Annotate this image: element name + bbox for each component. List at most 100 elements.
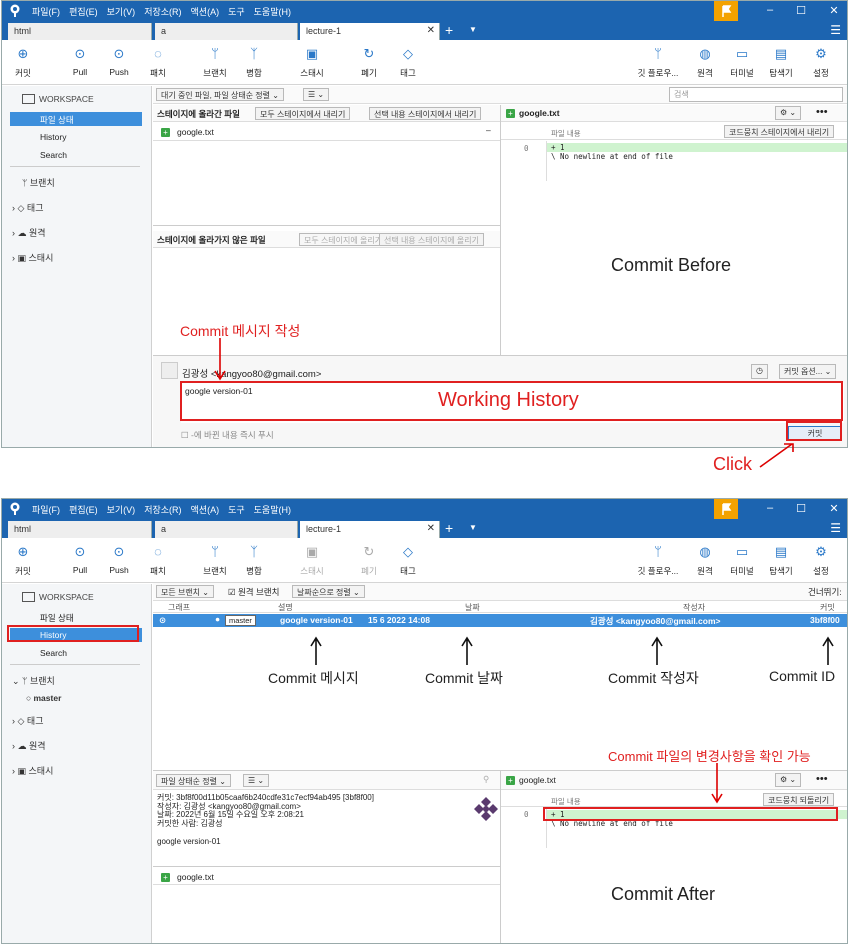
menu-tools[interactable]: 도구 bbox=[228, 5, 245, 18]
col-author[interactable]: 작성자 bbox=[683, 602, 705, 613]
col-date[interactable]: 날짜 bbox=[465, 602, 480, 613]
minimize-button[interactable]: – bbox=[762, 4, 778, 16]
hamburger-menu-icon[interactable]: ☰ bbox=[830, 521, 841, 535]
commit-options-dropdown[interactable]: 커밋 옵션... ⌄ bbox=[779, 364, 837, 379]
menu-action[interactable]: 액션(A) bbox=[191, 5, 220, 18]
stash-tool-button[interactable]: ▣ 스태시 bbox=[289, 542, 335, 577]
tab-close-icon[interactable]: ✕ bbox=[427, 523, 435, 534]
menu-action[interactable]: 액션(A) bbox=[191, 503, 220, 516]
tab-html[interactable]: html bbox=[8, 23, 152, 40]
menu-repo[interactable]: 저장소(R) bbox=[144, 503, 181, 516]
tab-a[interactable]: a bbox=[155, 23, 298, 40]
collapse-icon[interactable]: – bbox=[486, 125, 491, 135]
menu-repo[interactable]: 저장소(R) bbox=[144, 5, 181, 18]
sidebar-branches[interactable]: ⌄ ᛘ 브랜치 bbox=[12, 674, 55, 687]
branch-filter-dropdown[interactable]: 모든 브랜치 ⌄ bbox=[156, 585, 214, 598]
revert-hunk-button[interactable]: 코드뭉치 되돌리기 bbox=[763, 793, 835, 806]
col-commit[interactable]: 커밋 bbox=[820, 602, 835, 613]
more-icon[interactable]: ••• bbox=[816, 106, 828, 118]
sidebar-tags[interactable]: › ◇ 태그 bbox=[12, 714, 43, 727]
sidebar-branch-master[interactable]: ○ master bbox=[26, 693, 61, 703]
arrow-up-icon bbox=[461, 636, 473, 665]
sidebar-stashes[interactable]: › ▣ 스태시 bbox=[12, 764, 53, 777]
menu-edit[interactable]: 편집(E) bbox=[69, 503, 98, 516]
tool-label: 설정 bbox=[813, 68, 829, 78]
gitflow-tool-button[interactable]: ᛘ 깃 플로우... bbox=[635, 542, 681, 577]
hamburger-menu-icon[interactable]: ☰ bbox=[830, 23, 841, 37]
patch-tool-button[interactable]: ◌ 패치 bbox=[135, 44, 181, 79]
date-sort-dropdown[interactable]: 날짜순으로 정렬 ⌄ bbox=[292, 585, 365, 598]
graph-node-icon: ● bbox=[215, 614, 221, 624]
menu-view[interactable]: 보기(V) bbox=[107, 503, 136, 516]
view-options-dropdown[interactable]: ☰ ⌄ bbox=[243, 774, 270, 787]
menu-edit[interactable]: 편집(E) bbox=[69, 5, 98, 18]
tab-lecture-1[interactable]: lecture-1 ✕ bbox=[300, 521, 440, 538]
menu-tools[interactable]: 도구 bbox=[228, 503, 245, 516]
menu-file[interactable]: 파일(F) bbox=[32, 503, 60, 516]
push-now-checkbox[interactable]: ☐ -에 바뀐 내용 즉시 푸시 bbox=[181, 429, 274, 441]
remote-branch-checkbox[interactable]: ☑ 원격 브랜치 bbox=[228, 586, 279, 598]
sidebar-stashes[interactable]: › ▣ 스태시 bbox=[12, 251, 53, 264]
sidebar-item-search[interactable]: Search bbox=[10, 646, 142, 660]
menu-help[interactable]: 도움말(H) bbox=[254, 5, 291, 18]
menu-help[interactable]: 도움말(H) bbox=[254, 503, 291, 516]
tab-lecture-1[interactable]: lecture-1 ✕ bbox=[300, 23, 440, 40]
tag-tool-button[interactable]: ◇ 태그 bbox=[385, 44, 431, 79]
search-icon[interactable]: ⚲ bbox=[483, 774, 489, 785]
maximize-button[interactable]: ☐ bbox=[793, 502, 809, 515]
sidebar-remotes[interactable]: › ☁ 원격 bbox=[12, 226, 46, 239]
unstage-hunk-button[interactable]: 코드뭉치 스테이지에서 내리기 bbox=[724, 125, 835, 138]
sidebar-branches[interactable]: ᛘ 브랜치 bbox=[22, 176, 55, 189]
stage-all-button[interactable]: 모두 스테이지에 올리기 bbox=[299, 233, 388, 246]
sidebar-item-file-status[interactable]: 파일 상태 bbox=[10, 112, 142, 126]
merge-tool-button[interactable]: ᛉ 병합 bbox=[231, 44, 277, 79]
settings-tool-button[interactable]: ⚙ 설정 bbox=[798, 542, 844, 577]
add-tab-icon[interactable]: + bbox=[445, 22, 453, 38]
commit-tool-button[interactable]: ⊕ 커밋 bbox=[2, 44, 46, 79]
sidebar-remotes[interactable]: › ☁ 원격 bbox=[12, 739, 46, 752]
flag-button[interactable] bbox=[714, 1, 738, 21]
view-options-dropdown[interactable]: ☰ ⌄ bbox=[303, 88, 330, 101]
staged-file-row[interactable]: + google.txt – bbox=[153, 123, 500, 141]
minimize-button[interactable]: – bbox=[762, 502, 778, 514]
file-filter-dropdown[interactable]: 대기 중인 파일, 파일 상태순 정렬 ⌄ bbox=[156, 88, 284, 101]
add-tab-icon[interactable]: + bbox=[445, 520, 453, 536]
sidebar-item-search[interactable]: Search bbox=[10, 148, 142, 162]
stash-tool-button[interactable]: ▣ 스태시 bbox=[289, 44, 335, 79]
diff-settings-button[interactable]: ⚙ ⌄ bbox=[775, 106, 802, 120]
diff-settings-button[interactable]: ⚙ ⌄ bbox=[775, 773, 802, 787]
tool-label: Push bbox=[109, 565, 129, 575]
tab-html[interactable]: html bbox=[8, 521, 152, 538]
unstage-selected-button[interactable]: 선택 내용 스테이지에서 내리기 bbox=[369, 107, 482, 120]
menu-file[interactable]: 파일(F) bbox=[32, 5, 60, 18]
close-button[interactable]: ✕ bbox=[826, 4, 842, 17]
more-icon[interactable]: ••• bbox=[816, 773, 828, 785]
unstage-all-button[interactable]: 모두 스테이지에서 내리기 bbox=[255, 107, 351, 120]
search-input[interactable]: 검색 bbox=[669, 87, 843, 102]
close-button[interactable]: ✕ bbox=[826, 502, 842, 515]
sidebar-tags[interactable]: › ◇ 태그 bbox=[12, 201, 43, 214]
settings-tool-button[interactable]: ⚙ 설정 bbox=[798, 44, 844, 79]
diff-header: + google.txt ⚙ ⌄ ••• bbox=[501, 771, 847, 790]
history-clock-button[interactable]: ◷ bbox=[751, 364, 768, 379]
maximize-button[interactable]: ☐ bbox=[793, 4, 809, 17]
tab-a[interactable]: a bbox=[155, 521, 298, 538]
menu-view[interactable]: 보기(V) bbox=[107, 5, 136, 18]
gitflow-tool-button[interactable]: ᛘ 깃 플로우... bbox=[635, 44, 681, 79]
tab-close-icon[interactable]: ✕ bbox=[427, 25, 435, 36]
commit-tool-button[interactable]: ⊕ 커밋 bbox=[2, 542, 46, 577]
sidebar-item-history[interactable]: History bbox=[10, 130, 142, 144]
merge-tool-button[interactable]: ᛉ 병합 bbox=[231, 542, 277, 577]
tab-dropdown-icon[interactable]: ▼ bbox=[469, 523, 477, 532]
commit-row[interactable]: ⊙ ● master google version-01 15 6 2022 1… bbox=[153, 614, 847, 627]
tag-tool-button[interactable]: ◇ 태그 bbox=[385, 542, 431, 577]
file-sort-dropdown[interactable]: 파일 상태순 정렬 ⌄ bbox=[156, 774, 231, 787]
flag-button[interactable] bbox=[714, 499, 738, 519]
changed-file-row[interactable]: + google.txt bbox=[153, 869, 500, 885]
sidebar-item-file-status[interactable]: 파일 상태 bbox=[10, 610, 142, 624]
stage-selected-button[interactable]: 선택 내용 스테이지에 올리기 bbox=[379, 233, 484, 246]
col-graph[interactable]: 그래프 bbox=[168, 602, 190, 613]
tab-dropdown-icon[interactable]: ▼ bbox=[469, 25, 477, 34]
patch-tool-button[interactable]: ◌ 패치 bbox=[135, 542, 181, 577]
col-description[interactable]: 설명 bbox=[278, 602, 293, 613]
